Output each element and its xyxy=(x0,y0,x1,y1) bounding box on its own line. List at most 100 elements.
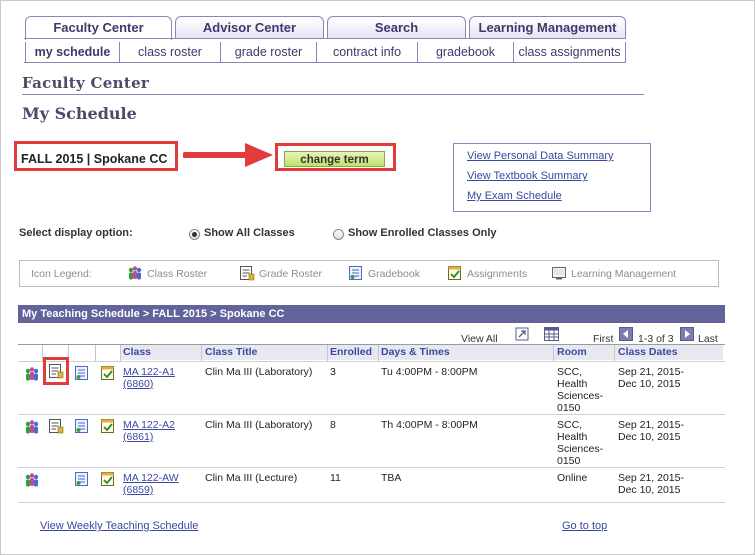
class-roster-icon[interactable] xyxy=(24,472,40,488)
term-label: FALL 2015 | Spokane CC xyxy=(21,152,168,166)
enrolled-count: 3 xyxy=(330,366,336,378)
subtab-gradebook[interactable]: gradebook xyxy=(418,42,514,62)
teaching-schedule-header: My Teaching Schedule > FALL 2015 > Spoka… xyxy=(18,305,725,323)
days-times: Th 4:00PM - 8:00PM xyxy=(381,419,478,431)
enrolled-count: 11 xyxy=(330,472,341,484)
room-line: Health xyxy=(557,431,588,443)
learning-management-icon xyxy=(552,267,566,280)
days-times: TBA xyxy=(381,472,402,484)
section-divider xyxy=(22,94,644,95)
assignments-icon xyxy=(448,266,461,280)
header-separator xyxy=(378,345,379,361)
tab-advisor-center[interactable]: Advisor Center xyxy=(175,16,324,38)
class-dates-start: Sep 21, 2015- xyxy=(618,419,684,431)
room-line: SCC, xyxy=(557,366,583,378)
tab-faculty-center[interactable]: Faculty Center xyxy=(25,16,172,40)
room-line: Sciences- xyxy=(557,390,604,402)
class-dates-start: Sep 21, 2015- xyxy=(618,366,684,378)
class-title: Clin Ma III (Lecture) xyxy=(205,472,298,484)
row-divider xyxy=(18,414,725,415)
show-enrolled-classes-radio[interactable] xyxy=(333,229,344,240)
room-line: 0150 xyxy=(557,402,581,414)
room-line: Health xyxy=(557,378,588,390)
class-dates-end: Dec 10, 2015 xyxy=(618,378,681,390)
class-link[interactable]: MA 122-A2 xyxy=(123,419,175,431)
previous-arrow-icon[interactable] xyxy=(619,327,633,341)
next-arrow-icon[interactable] xyxy=(680,327,694,341)
legend-assignments-label: Assignments xyxy=(467,268,528,280)
room-line: Sciences- xyxy=(557,443,604,455)
tab-search[interactable]: Search xyxy=(327,16,466,38)
enrolled-count: 8 xyxy=(330,419,336,431)
my-exam-schedule-link[interactable]: My Exam Schedule xyxy=(467,190,562,202)
header-separator xyxy=(120,345,121,361)
gradebook-icon[interactable] xyxy=(74,471,90,487)
gradebook-icon[interactable] xyxy=(74,365,90,381)
grade-roster-icon[interactable] xyxy=(48,418,64,434)
show-all-classes-radio[interactable] xyxy=(189,229,200,240)
header-separator xyxy=(614,345,615,361)
legend-gradebook-label: Gradebook xyxy=(368,268,420,280)
column-header-class[interactable]: Class xyxy=(123,346,151,358)
header-separator xyxy=(553,345,554,361)
class-title: Clin Ma III (Laboratory) xyxy=(205,419,313,431)
class-number-link[interactable]: (6860) xyxy=(123,378,153,390)
annotation-arrow-icon xyxy=(183,143,273,167)
view-textbook-summary-link[interactable]: View Textbook Summary xyxy=(467,170,588,182)
assignments-icon[interactable] xyxy=(100,471,116,487)
subtab-class-roster[interactable]: class roster xyxy=(120,42,221,62)
class-number-link[interactable]: (6859) xyxy=(123,484,153,496)
class-dates-end: Dec 10, 2015 xyxy=(618,484,681,496)
subtab-underline xyxy=(24,62,626,63)
change-term-button[interactable]: change term xyxy=(284,151,385,167)
class-link[interactable]: MA 122-A1 xyxy=(123,366,175,378)
header-separator xyxy=(201,345,202,361)
class-link[interactable]: MA 122-AW xyxy=(123,472,179,484)
legend-grade-roster-label: Grade Roster xyxy=(259,268,323,280)
page-title: My Schedule xyxy=(22,104,137,123)
row-divider xyxy=(18,502,725,503)
download-spreadsheet-icon[interactable] xyxy=(544,327,559,341)
room-line: SCC, xyxy=(557,419,583,431)
assignments-icon[interactable] xyxy=(100,418,116,434)
class-dates-start: Sep 21, 2015- xyxy=(618,472,684,484)
column-header-class-dates[interactable]: Class Dates xyxy=(618,346,678,358)
class-dates-end: Dec 10, 2015 xyxy=(618,431,681,443)
gradebook-icon xyxy=(349,266,362,280)
gradebook-icon[interactable] xyxy=(74,418,90,434)
icon-legend-title: Icon Legend: xyxy=(31,268,92,280)
grade-roster-icon xyxy=(240,266,255,281)
assignments-icon[interactable] xyxy=(100,365,116,381)
tab-learning-management[interactable]: Learning Management xyxy=(469,16,626,38)
days-times: Tu 4:00PM - 8:00PM xyxy=(381,366,478,378)
room-line: Online xyxy=(557,472,588,484)
row-divider xyxy=(18,467,725,468)
class-title: Clin Ma III (Laboratory) xyxy=(205,366,313,378)
subtab-class-assignments[interactable]: class assignments xyxy=(514,42,626,62)
class-roster-icon[interactable] xyxy=(24,366,40,382)
column-header-class-title[interactable]: Class Title xyxy=(205,346,257,358)
show-all-classes-label[interactable]: Show All Classes xyxy=(204,227,295,239)
zoom-grid-icon[interactable] xyxy=(515,327,529,341)
subtab-contract-info[interactable]: contract info xyxy=(317,42,418,62)
class-roster-icon[interactable] xyxy=(24,419,40,435)
subtab-my-schedule[interactable]: my schedule xyxy=(25,42,120,62)
section-title: Faculty Center xyxy=(22,74,150,92)
grade-roster-highlight-box xyxy=(43,357,69,385)
view-personal-data-summary-link[interactable]: View Personal Data Summary xyxy=(467,150,614,162)
tab-underline xyxy=(24,38,626,39)
subtab-grade-roster[interactable]: grade roster xyxy=(221,42,317,62)
go-to-top-link[interactable]: Go to top xyxy=(562,520,607,532)
view-weekly-teaching-schedule-link[interactable]: View Weekly Teaching Schedule xyxy=(40,520,198,532)
class-roster-icon xyxy=(128,266,142,280)
column-header-days-times[interactable]: Days & Times xyxy=(381,346,450,358)
column-header-room[interactable]: Room xyxy=(557,346,587,358)
show-enrolled-classes-label[interactable]: Show Enrolled Classes Only xyxy=(348,227,497,239)
display-option-label: Select display option: xyxy=(19,227,133,239)
class-number-link[interactable]: (6861) xyxy=(123,431,153,443)
room-line: 0150 xyxy=(557,455,581,467)
header-separator xyxy=(95,345,96,361)
column-header-enrolled[interactable]: Enrolled xyxy=(330,346,372,358)
header-separator xyxy=(327,345,328,361)
legend-learning-management-label: Learning Management xyxy=(571,268,677,280)
